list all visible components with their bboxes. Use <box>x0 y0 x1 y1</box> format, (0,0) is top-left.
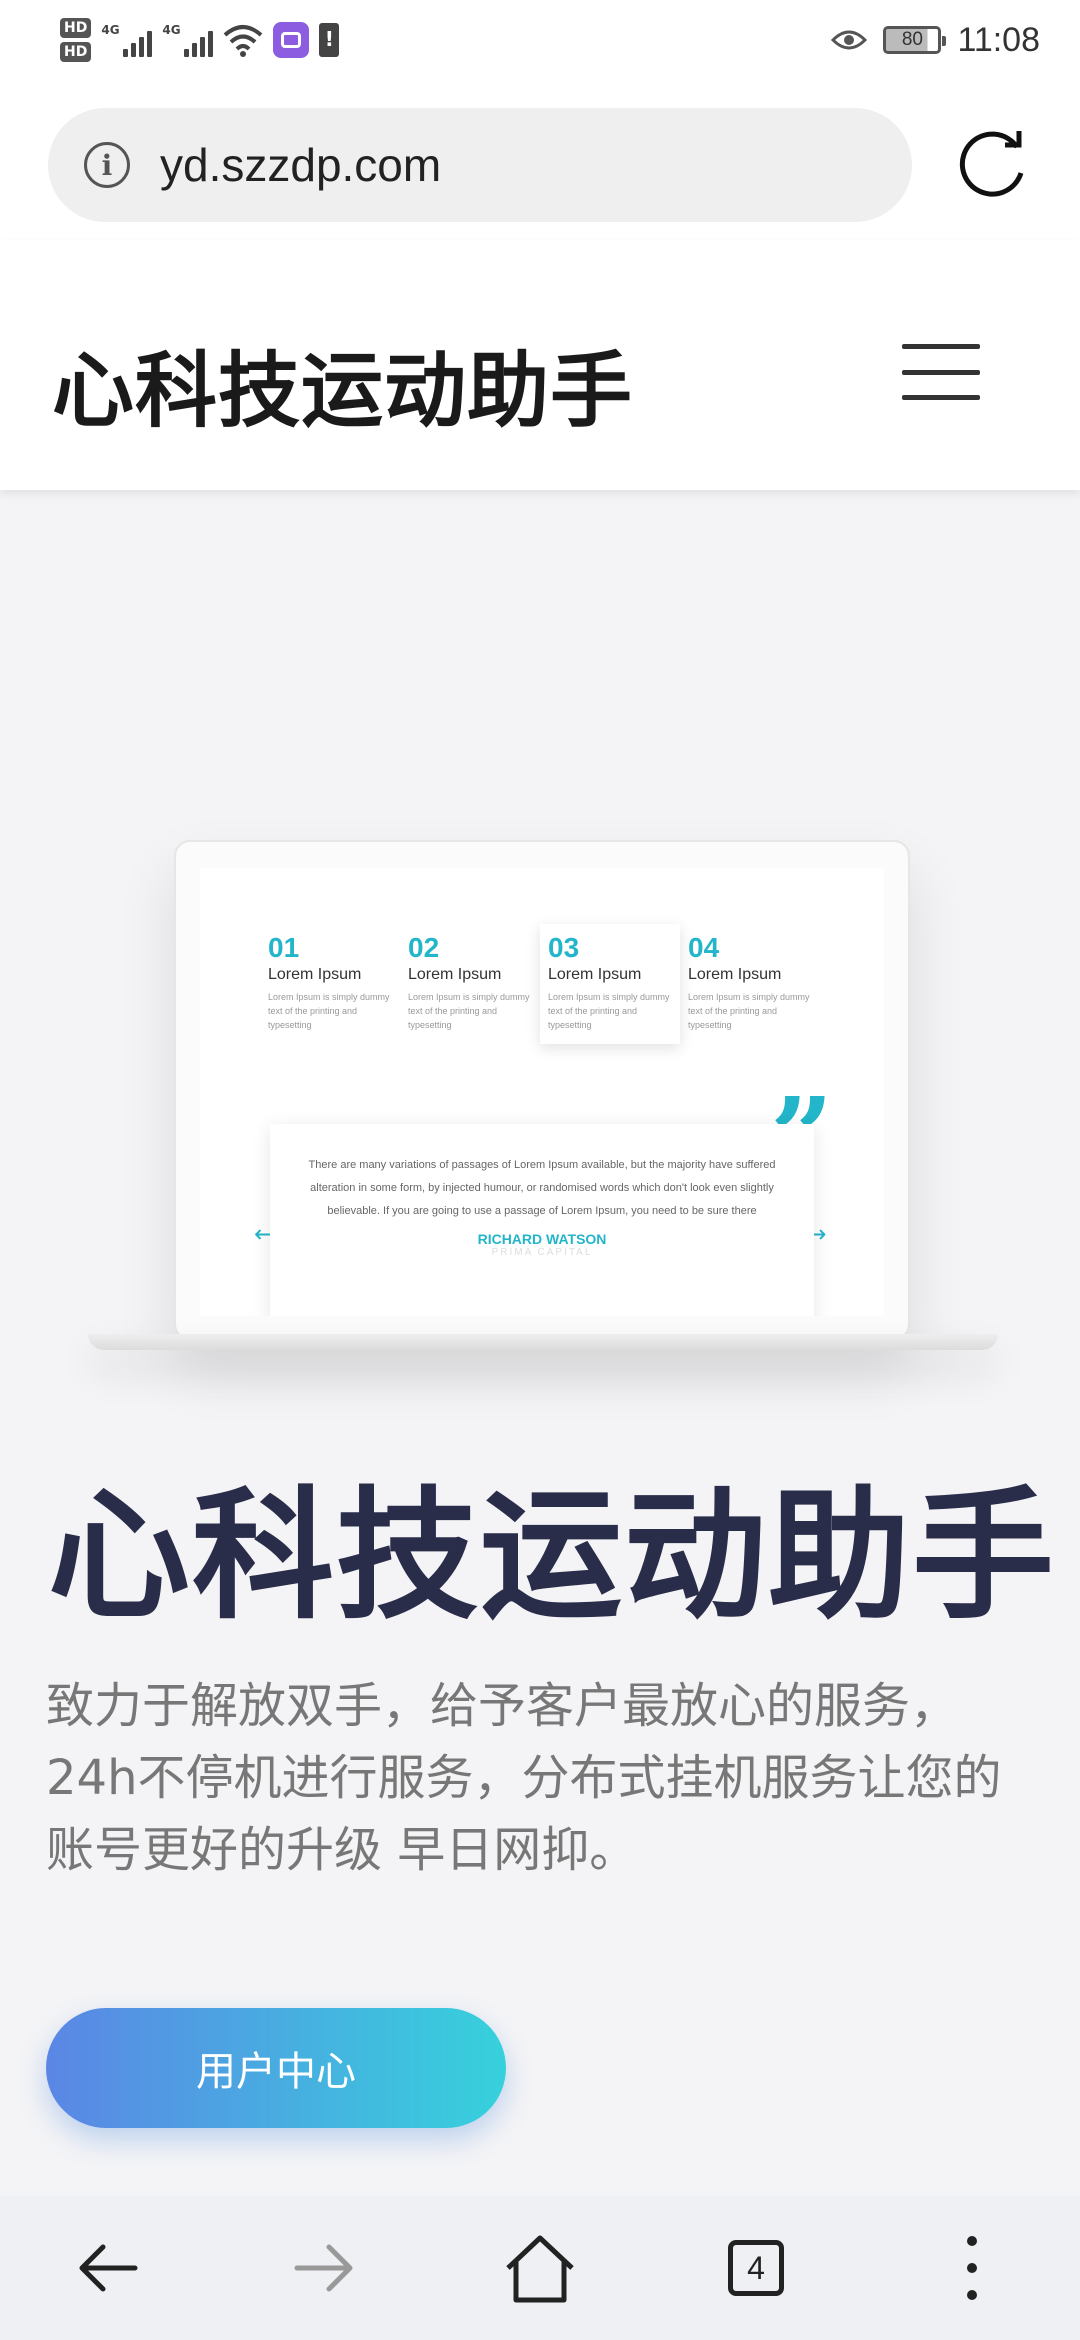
battery-icon: 80 <box>883 26 947 54</box>
user-center-button[interactable]: 用户中心 <box>46 2008 506 2128</box>
forward-arrow-icon <box>294 2244 353 2292</box>
battery-level: 80 <box>901 29 923 50</box>
feature-list: 01 Lorem Ipsum Lorem Ipsum is simply dum… <box>260 924 860 1044</box>
feature-description: Lorem Ipsum is simply dummy text of the … <box>408 992 530 1030</box>
url-field[interactable]: i yd.szzdp.com <box>48 108 912 222</box>
wifi-icon <box>224 25 263 57</box>
feature-title: Lorem Ipsum <box>268 966 362 983</box>
tabs-button[interactable]: 4 <box>686 2196 826 2340</box>
browser-bottom-nav: 4 <box>0 2196 1080 2340</box>
home-button[interactable] <box>470 2196 610 2340</box>
hero-title: 心科技运动助手 <box>48 1474 1056 1639</box>
testimonial-quote: There are many variations of passages of… <box>308 1159 776 1217</box>
eye-icon <box>831 30 868 50</box>
laptop-base <box>88 1334 998 1350</box>
status-time: 11:08 <box>957 20 1040 59</box>
reload-icon[interactable] <box>955 125 1035 205</box>
more-icon <box>967 2236 977 2300</box>
testimonial-company: PRIMA CAPITAL <box>491 1247 593 1258</box>
app-notification-icon <box>273 22 310 58</box>
battery-alert-icon <box>319 23 340 57</box>
hd-badge: HD <box>60 42 92 62</box>
feature-description: Lorem Ipsum is simply dummy text of the … <box>688 992 810 1030</box>
home-icon <box>506 2235 574 2303</box>
network-type-label: 4G <box>101 23 120 37</box>
feature-item: 04 Lorem Ipsum Lorem Ipsum is simply dum… <box>680 924 820 1044</box>
hd-indicators: HD HD <box>60 18 92 62</box>
site-header: 心科技运动助手 <box>0 240 1080 490</box>
hero-description: 致力于解放双手，给予客户最放心的服务，24h不停机进行服务，分布式挂机服务让您的… <box>46 1678 1002 1878</box>
feature-number: 04 <box>688 932 720 963</box>
menu-icon[interactable] <box>902 344 980 400</box>
signal-icon: 4G <box>101 23 153 57</box>
more-menu-button[interactable] <box>902 2196 1042 2340</box>
laptop-mockup-image: 01 Lorem Ipsum Lorem Ipsum is simply dum… <box>88 840 998 1360</box>
site-title[interactable]: 心科技运动助手 <box>52 324 633 443</box>
status-bar: HD HD 4G 4G 80 11:08 <box>0 0 1080 80</box>
feature-item: 02 Lorem Ipsum Lorem Ipsum is simply dum… <box>400 924 540 1044</box>
feature-item: 03 Lorem Ipsum Lorem Ipsum is simply dum… <box>540 924 680 1044</box>
feature-description: Lorem Ipsum is simply dummy text of the … <box>548 992 670 1030</box>
url-text[interactable]: yd.szzdp.com <box>160 138 441 192</box>
status-right: 80 11:08 <box>831 10 1040 70</box>
tabs-icon: 4 <box>728 2240 784 2296</box>
feature-description: Lorem Ipsum is simply dummy text of the … <box>268 992 390 1030</box>
status-left: HD HD 4G 4G <box>60 10 340 70</box>
signal-icon: 4G <box>162 23 214 57</box>
feature-item: 01 Lorem Ipsum Lorem Ipsum is simply dum… <box>260 924 400 1044</box>
laptop-screen: 01 Lorem Ipsum Lorem Ipsum is simply dum… <box>200 868 884 1316</box>
info-icon[interactable]: i <box>84 142 130 188</box>
forward-button[interactable] <box>254 2196 394 2340</box>
feature-title: Lorem Ipsum <box>548 966 642 983</box>
feature-number: 01 <box>268 932 300 963</box>
feature-number: 02 <box>408 932 440 963</box>
network-type-label: 4G <box>162 23 181 37</box>
feature-number: 03 <box>548 932 580 963</box>
hd-badge: HD <box>60 18 92 38</box>
back-button[interactable] <box>38 2196 178 2340</box>
back-arrow-icon <box>79 2244 138 2292</box>
feature-title: Lorem Ipsum <box>688 966 782 983</box>
laptop-lid: 01 Lorem Ipsum Lorem Ipsum is simply dum… <box>174 840 910 1340</box>
feature-title: Lorem Ipsum <box>408 966 502 983</box>
testimonial-name: RICHARD WATSON <box>477 1231 607 1247</box>
testimonial-card: There are many variations of passages of… <box>270 1124 814 1316</box>
browser-address-bar: i yd.szzdp.com <box>0 80 1080 240</box>
